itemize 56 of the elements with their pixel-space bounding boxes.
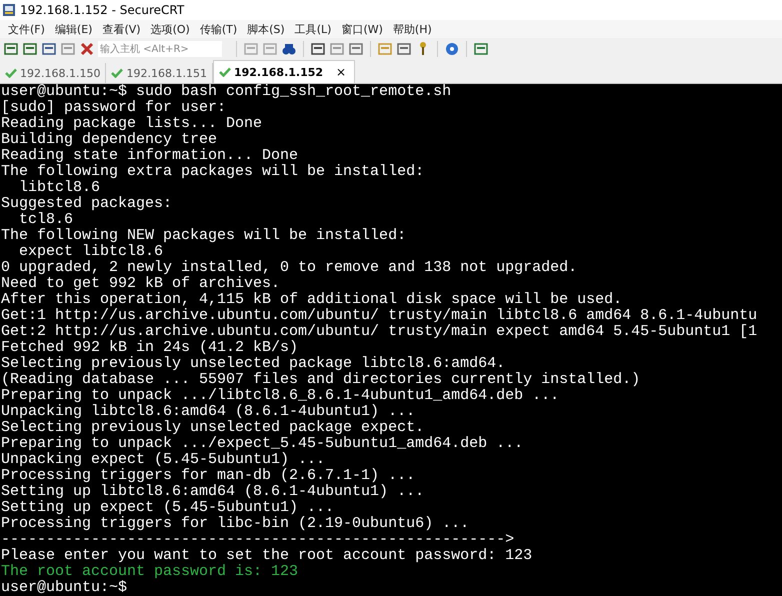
terminal-line: Processing triggers for man-db (2.6.7.1-1) ... xyxy=(1,468,416,484)
terminal-line: user@ubuntu:~$ xyxy=(1,580,128,596)
menu-item[interactable]: 编辑(E) xyxy=(50,22,98,36)
session-tab[interactable]: 192.168.1.152 × xyxy=(212,60,356,83)
terminal-line: Unpacking expect (5.45-5ubuntu1) ... xyxy=(1,452,326,468)
disconnect-icon[interactable] xyxy=(79,41,95,57)
terminal-line: Reading package lists... Done xyxy=(1,116,262,132)
menu-item[interactable]: 传输(T) xyxy=(196,22,244,36)
menu-item[interactable]: 帮助(H) xyxy=(388,22,438,36)
help-icon[interactable] xyxy=(444,41,460,57)
tab-label: 192.168.1.151 xyxy=(126,66,207,80)
app-icon xyxy=(2,3,16,17)
terminal-line: Setting up libtcl8.6:amd64 (8.6.1-4ubuntu1) ... xyxy=(1,484,424,500)
terminal-line: 0 upgraded, 2 newly installed, 0 to remove and 138 not upgraded. xyxy=(1,260,578,276)
menu-item[interactable]: 窗口(W) xyxy=(337,22,389,36)
terminal-line: Preparing to unpack .../expect_5.45-5ubuntu1_amd64.deb ... xyxy=(1,436,524,452)
host-input-field[interactable]: 输入主机 <Alt+R> xyxy=(98,41,222,57)
check-icon xyxy=(218,67,231,77)
terminal-screen[interactable] xyxy=(0,84,782,596)
menu-item[interactable]: 选项(O) xyxy=(146,22,196,36)
terminal-line: Fetched 992 kB in 24s (41.2 kB/s) xyxy=(1,340,298,356)
terminal-line: tcl8.6 xyxy=(18,212,74,228)
terminal-line: Building dependency tree xyxy=(1,132,218,148)
tab-label: 192.168.1.150 xyxy=(20,66,100,80)
close-button[interactable]: × xyxy=(336,65,346,79)
terminal-line: [sudo] password for user: xyxy=(1,100,226,116)
menu-item[interactable]: 工具(L) xyxy=(290,22,338,36)
menu-item[interactable]: 文件(F) xyxy=(4,22,51,36)
terminal-line: The following NEW packages will be installed: xyxy=(1,228,406,244)
terminal-line: After this operation, 4,115 kB of additional disk space will be used. xyxy=(1,292,622,308)
terminal-line: Preparing to unpack .../libtcl8.6_8.6.1-4ubuntu1_amd64.deb ... xyxy=(1,388,560,404)
terminal-line: Please enter you want to set the root account password: 123 xyxy=(1,548,532,564)
check-icon xyxy=(111,68,124,78)
terminal-line: --------------------------------------------------------> xyxy=(1,532,514,548)
terminal-line: Get:1 http://us.archive.ubuntu.com/ubuntu/ trusty/main libtcl8.6 amd64 8.6.1-4ubuntu xyxy=(1,308,758,324)
window-title: 192.168.1.152 - SecureCRT xyxy=(20,3,184,17)
menu-item[interactable]: 脚本(S) xyxy=(243,22,291,36)
terminal-line: Selecting previously unselected package libtcl8.6:amd64. xyxy=(1,356,506,372)
terminal-line: Need to get 992 kB of archives. xyxy=(1,276,280,292)
terminal-line: Reading state information... Done xyxy=(1,148,298,164)
terminal-line: user@ubuntu:~$ sudo bash config_ssh_root_remote.sh xyxy=(1,84,452,100)
terminal-line: (Reading database ... 55907 files and directories currently installed.) xyxy=(1,372,640,388)
tab-label: 192.168.1.152 xyxy=(234,66,324,78)
terminal-line: Unpacking libtcl8.6:amd64 (8.6.1-4ubuntu1) ... xyxy=(1,404,416,420)
terminal-line: expect libtcl8.6 xyxy=(18,244,164,260)
terminal-line: The following extra packages will be installed: xyxy=(1,164,424,180)
check-icon xyxy=(5,68,17,78)
menu-item[interactable]: 查看(V) xyxy=(98,22,147,36)
terminal-line: Processing triggers for libc-bin (2.19-0ubuntu6) ... xyxy=(1,516,470,532)
terminal-line: Get:2 http://us.archive.ubuntu.com/ubuntu/ trusty/main expect amd64 5.45-5ubuntu1 [1 xyxy=(1,324,758,340)
session-tab[interactable]: 192.168.1.150 xyxy=(0,63,106,83)
terminal-line: The root account password is: 123 xyxy=(1,564,298,580)
terminal-line: Suggested packages: xyxy=(1,196,172,212)
terminal-line: Selecting previously unselected package expect. xyxy=(1,420,424,436)
terminal-line: libtcl8.6 xyxy=(18,180,100,196)
terminal-line: Setting up expect (5.45-5ubuntu1) ... xyxy=(1,500,334,516)
